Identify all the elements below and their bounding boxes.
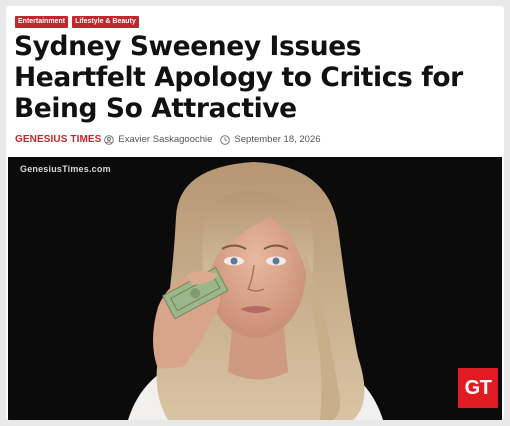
article-meta: GENESIUS TIMES Exavier Saskagoochie Sept… (15, 134, 321, 145)
article-card: Entertainment Lifestyle & Beauty Sydney … (6, 6, 504, 420)
author-name[interactable]: Exavier Saskagoochie (118, 134, 212, 145)
category-tags: Entertainment Lifestyle & Beauty (15, 16, 139, 28)
publish-date: September 18, 2026 (234, 134, 321, 145)
gt-logo[interactable]: GT (458, 368, 498, 408)
article-image: GenesiusTimes.com GT (8, 157, 502, 420)
tag-lifestyle-beauty[interactable]: Lifestyle & Beauty (72, 16, 139, 28)
clock-icon (220, 134, 231, 145)
tag-entertainment[interactable]: Entertainment (15, 16, 69, 28)
watermark-text: GenesiusTimes.com (20, 164, 111, 174)
portrait-illustration (128, 162, 383, 420)
article-headline: Sydney Sweeney Issues Heartfelt Apology … (14, 31, 463, 124)
user-circle-icon (104, 134, 115, 145)
brand-name[interactable]: GENESIUS TIMES (15, 134, 101, 145)
